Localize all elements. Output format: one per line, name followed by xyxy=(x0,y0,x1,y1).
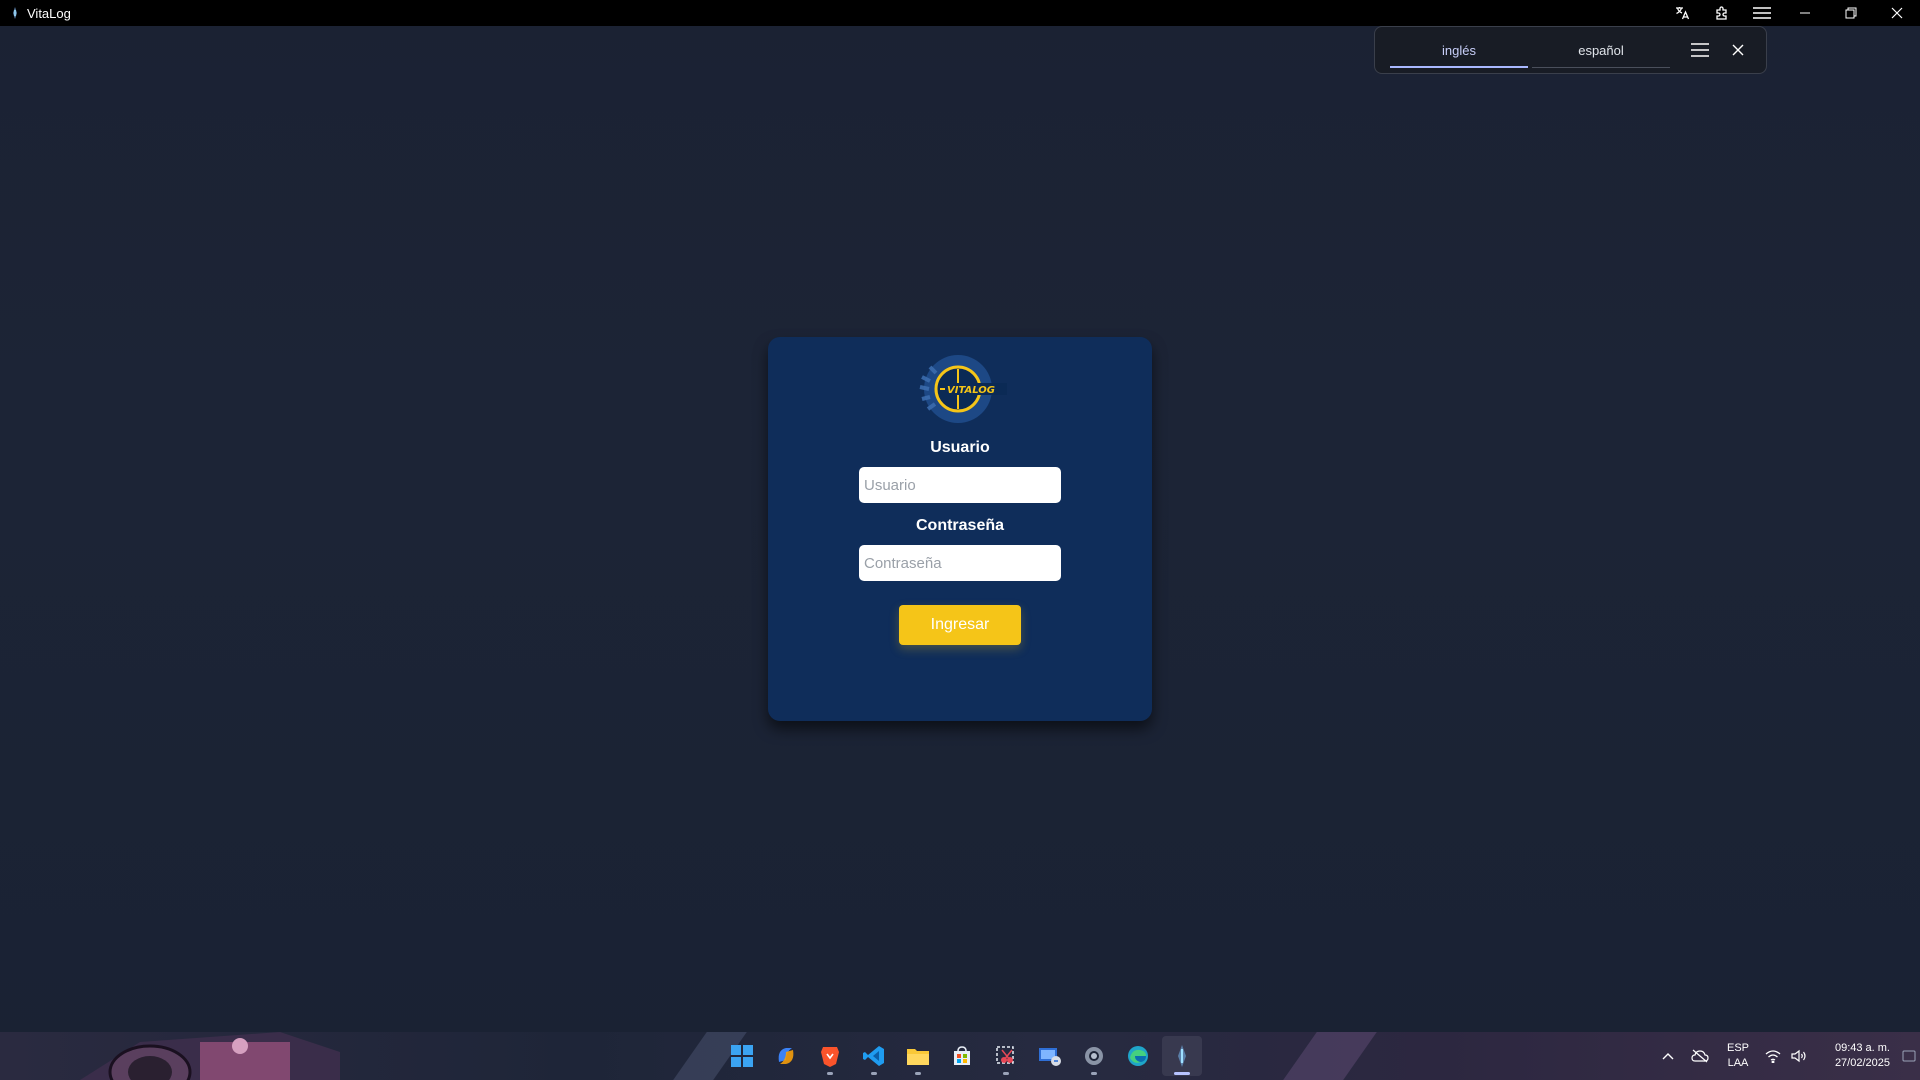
close-button[interactable] xyxy=(1874,0,1920,26)
tab-english[interactable]: inglés xyxy=(1390,30,1528,70)
show-hidden-icons-button[interactable] xyxy=(1652,1032,1684,1080)
notification-icon xyxy=(1902,1050,1916,1062)
tab-english-label: inglés xyxy=(1442,42,1476,58)
copilot-app[interactable] xyxy=(766,1036,806,1076)
language-code: ESP xyxy=(1726,1042,1749,1054)
volume-tray-icon[interactable] xyxy=(1786,1032,1812,1080)
running-indicator xyxy=(871,1072,877,1075)
running-indicator xyxy=(1003,1072,1009,1075)
snipping-tool-app[interactable] xyxy=(986,1036,1026,1076)
taskbar-apps xyxy=(722,1036,1206,1076)
vitalog-logo: VITALOG xyxy=(919,355,1007,423)
vitalog-icon xyxy=(1178,1045,1186,1067)
username-input[interactable] xyxy=(859,467,1061,503)
file-explorer-app[interactable] xyxy=(898,1036,938,1076)
vscode-icon xyxy=(863,1046,884,1066)
tab-spanish-label: español xyxy=(1578,42,1624,58)
vitalog-taskbar-app[interactable] xyxy=(1162,1036,1202,1076)
minimize-button[interactable] xyxy=(1782,0,1828,26)
chevron-up-icon xyxy=(1662,1053,1674,1060)
gear-icon xyxy=(1085,1047,1103,1065)
window-title: VitaLog xyxy=(27,5,71,21)
start-button[interactable] xyxy=(722,1036,762,1076)
login-card: VITALOG Usuario Contraseña Ingresar xyxy=(768,337,1152,721)
remote-desktop-icon xyxy=(1039,1048,1061,1066)
title-bar: VitaLog xyxy=(0,0,1920,26)
svg-text:VITALOG: VITALOG xyxy=(947,385,995,396)
brave-app[interactable] xyxy=(810,1036,850,1076)
password-input[interactable] xyxy=(859,545,1061,581)
speaker-icon xyxy=(1791,1049,1806,1063)
brave-icon xyxy=(821,1047,839,1067)
wifi-icon xyxy=(1765,1050,1781,1063)
notifications-button[interactable] xyxy=(1898,1032,1920,1080)
menu-icon xyxy=(1691,43,1709,57)
keyboard-layout: LAA xyxy=(1727,1057,1749,1069)
input-language-indicator[interactable]: ESP LAA xyxy=(1716,1032,1760,1080)
active-indicator xyxy=(1174,1072,1190,1075)
vscode-app[interactable] xyxy=(854,1036,894,1076)
popup-menu-button[interactable] xyxy=(1682,32,1718,68)
onedrive-tray-icon[interactable] xyxy=(1684,1032,1716,1080)
copilot-icon xyxy=(778,1048,794,1064)
running-indicator xyxy=(1091,1072,1097,1075)
running-indicator xyxy=(915,1072,921,1075)
tab-spanish[interactable]: español xyxy=(1532,30,1670,70)
extensions-icon[interactable] xyxy=(1702,0,1742,26)
wifi-tray-icon[interactable] xyxy=(1760,1032,1786,1080)
password-label: Contraseña xyxy=(915,517,1005,534)
remote-desktop-app[interactable] xyxy=(1030,1036,1070,1076)
store-icon xyxy=(954,1046,970,1065)
clock-time: 09:43 a. m. xyxy=(1834,1042,1890,1054)
edge-app[interactable] xyxy=(1118,1036,1158,1076)
microsoft-store-app[interactable] xyxy=(942,1036,982,1076)
login-button[interactable]: Ingresar xyxy=(899,605,1021,645)
clock[interactable]: 09:43 a. m. 27/02/2025 xyxy=(1812,1032,1898,1080)
windows-icon xyxy=(731,1045,753,1067)
taskbar: ESP LAA 09:43 a. m. 27/02/2025 xyxy=(0,1032,1920,1080)
vitalog-app-icon xyxy=(8,6,22,20)
wallpaper-art xyxy=(80,1032,340,1080)
close-icon xyxy=(1732,44,1744,56)
translate-popup: inglés español xyxy=(1374,26,1767,74)
popup-close-button[interactable] xyxy=(1720,32,1756,68)
settings-app[interactable] xyxy=(1074,1036,1114,1076)
translate-icon[interactable] xyxy=(1662,0,1702,26)
snipping-tool-icon xyxy=(996,1046,1014,1064)
edge-icon xyxy=(1128,1046,1148,1066)
running-indicator xyxy=(827,1072,833,1075)
cloud-off-icon xyxy=(1691,1049,1709,1063)
folder-icon xyxy=(907,1049,929,1065)
menu-icon[interactable] xyxy=(1742,0,1782,26)
clock-date: 27/02/2025 xyxy=(1834,1057,1890,1069)
restore-button[interactable] xyxy=(1828,0,1874,26)
system-tray: ESP LAA 09:43 a. m. 27/02/2025 xyxy=(1652,1032,1920,1080)
username-label: Usuario xyxy=(930,439,990,456)
